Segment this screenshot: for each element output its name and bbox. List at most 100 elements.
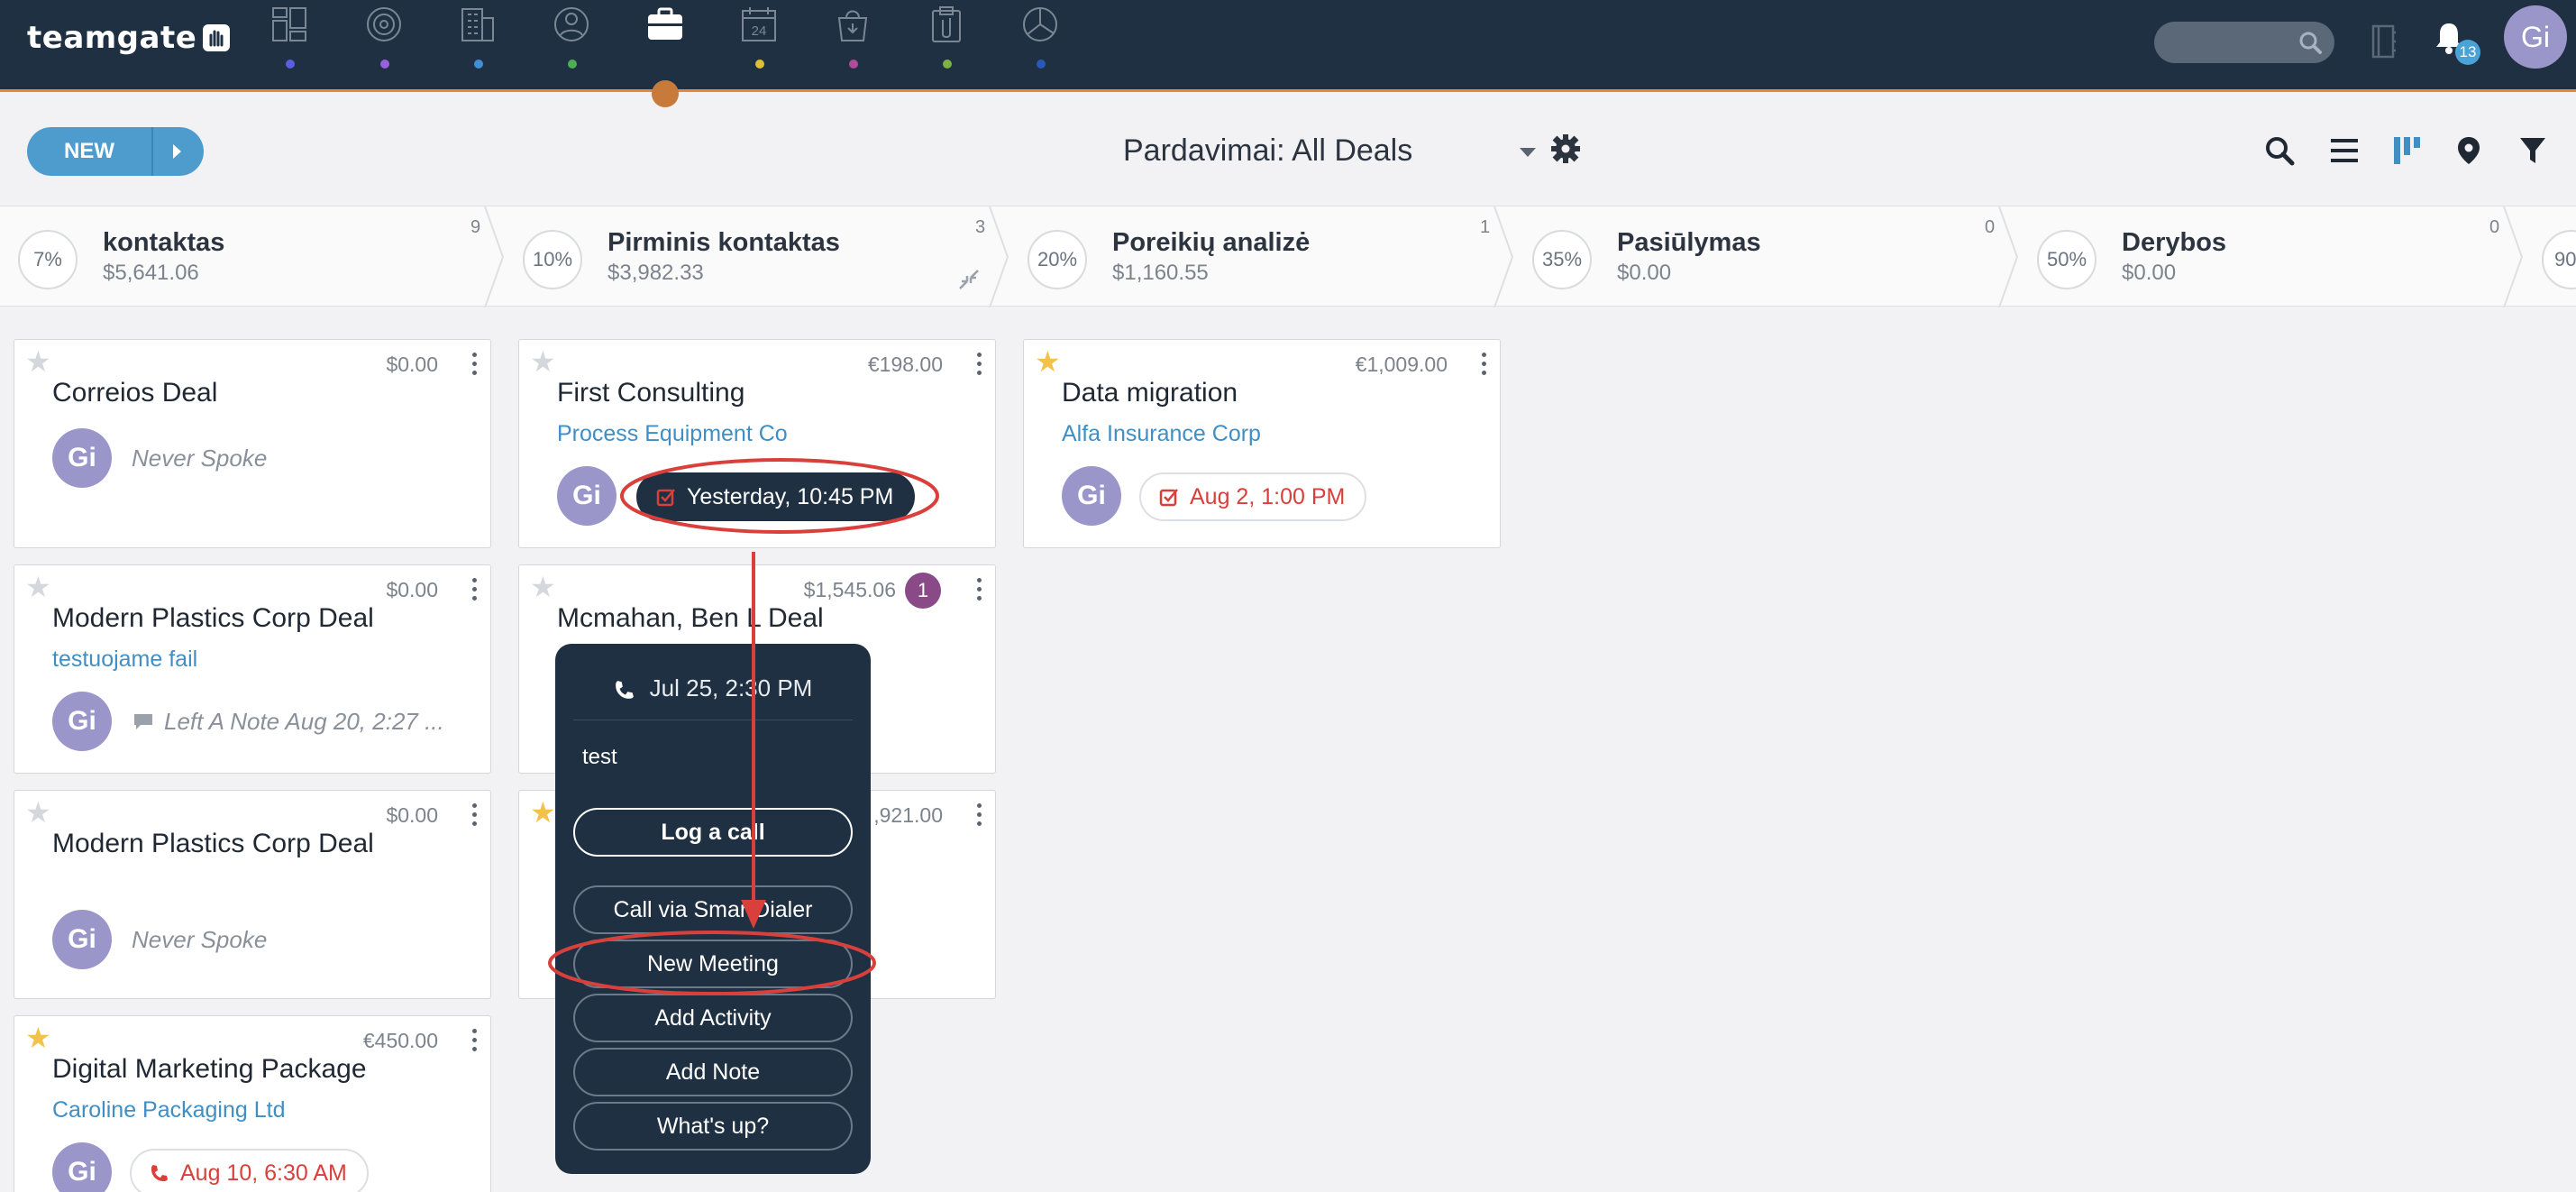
deal-title[interactable]: Correios Deal	[52, 378, 217, 408]
dashboard-icon	[272, 7, 306, 41]
stage-count: 0	[2489, 217, 2500, 237]
company-link[interactable]: Caroline Packaging Ltd	[52, 1097, 286, 1123]
more-options-icon[interactable]	[975, 803, 982, 829]
star-icon[interactable]: ★	[25, 798, 51, 827]
company-link[interactable]: testuojame fail	[52, 646, 197, 673]
deal-card-first-consulting[interactable]: ★ €198.00 First Consulting Process Equip…	[518, 339, 996, 548]
deal-title[interactable]: Data migration	[1062, 378, 1238, 408]
new-button-divider	[151, 127, 153, 176]
deal-title[interactable]: Modern Plastics Corp Deal	[52, 829, 374, 859]
activity-time: Yesterday, 10:45 PM	[687, 484, 894, 509]
owner-avatar: Gi	[52, 910, 112, 969]
company-link[interactable]: Process Equipment Co	[557, 421, 788, 447]
owner-avatar: Gi	[52, 428, 112, 488]
stage-next-partial[interactable]: 90	[2524, 206, 2576, 307]
nav-contacts[interactable]	[549, 5, 594, 69]
stage-kontaktas[interactable]: 7% kontaktas $5,641.06 9	[0, 206, 505, 307]
more-options-icon[interactable]	[1480, 353, 1487, 378]
stage-name: Pirminis kontaktas	[607, 228, 840, 257]
logo-text: teamgate	[27, 20, 197, 56]
stage-count: 3	[975, 217, 986, 237]
deal-card-data-migration[interactable]: ★ €1,009.00 Data migration Alfa Insuranc…	[1023, 339, 1501, 548]
collapse-icon[interactable]	[957, 268, 981, 291]
stage-probability: 20%	[1028, 230, 1087, 289]
address-book-icon[interactable]	[2370, 23, 2398, 60]
more-options-icon[interactable]	[975, 353, 982, 378]
deal-card-digital-marketing[interactable]: ★ €450.00 Digital Marketing Package Caro…	[14, 1015, 491, 1192]
more-options-icon[interactable]	[470, 803, 478, 829]
more-options-icon[interactable]	[470, 1029, 478, 1054]
quick-actions-popup: Jul 25, 2:30 PM test Log a call Call via…	[555, 644, 871, 1174]
logo-hand-icon	[203, 24, 231, 51]
pie-chart-icon	[1023, 7, 1057, 41]
star-icon[interactable]: ★	[530, 798, 556, 827]
nav-sales[interactable]	[830, 5, 875, 69]
deal-card-modern-plastics-1[interactable]: ★ $0.00 Modern Plastics Corp Deal testuo…	[14, 564, 491, 774]
new-deal-button[interactable]: NEW	[27, 127, 204, 176]
deal-card-correios[interactable]: ★ $0.00 Correios Deal Gi Never Spoke	[14, 339, 491, 548]
star-icon[interactable]: ★	[530, 573, 556, 601]
deal-title[interactable]: Mcmahan, Ben L Deal	[557, 603, 824, 634]
stage-pirminis-kontaktas[interactable]: 10% Pirminis kontaktas $3,982.33 3	[505, 206, 1009, 307]
global-search-box[interactable]	[2154, 22, 2334, 63]
log-call-button[interactable]: Log a call	[573, 808, 853, 857]
kanban-view-icon[interactable]	[2392, 135, 2423, 166]
add-note-button[interactable]: Add Note	[573, 1048, 853, 1096]
stage-name: kontaktas	[103, 228, 225, 257]
add-activity-button[interactable]: Add Activity	[573, 994, 853, 1042]
more-options-icon[interactable]	[470, 578, 478, 603]
nav-calendar[interactable]: 24	[736, 5, 781, 69]
pipeline-selector-title[interactable]: Pardavimai: All Deals	[1123, 133, 1412, 169]
deal-amount: €1,009.00	[1355, 353, 1448, 376]
map-pin-icon[interactable]	[2455, 135, 2482, 166]
briefcase-icon	[648, 7, 682, 40]
next-activity-pill[interactable]: Aug 2, 1:00 PM	[1139, 472, 1367, 521]
new-meeting-button[interactable]: New Meeting	[573, 940, 853, 988]
more-options-icon[interactable]	[470, 353, 478, 378]
stage-probability: 50%	[2037, 230, 2096, 289]
deal-title[interactable]: Digital Marketing Package	[52, 1054, 367, 1085]
call-smartdialer-button[interactable]: Call via SmartDialer	[573, 885, 853, 934]
next-activity-pill[interactable]: Yesterday, 10:45 PM	[636, 472, 916, 521]
next-activity-pill[interactable]: Aug 10, 6:30 AM	[130, 1149, 369, 1192]
chevron-down-icon[interactable]	[1520, 148, 1536, 157]
phone-icon	[151, 1165, 168, 1181]
star-icon[interactable]: ★	[25, 573, 51, 601]
gear-icon[interactable]	[1550, 133, 1581, 164]
stage-probability: 10%	[523, 230, 582, 289]
deal-title[interactable]: Modern Plastics Corp Deal	[52, 603, 374, 634]
star-icon[interactable]: ★	[1035, 347, 1061, 376]
stage-amount: $5,641.06	[103, 261, 199, 285]
target-icon	[367, 7, 401, 41]
caret-right-icon[interactable]	[173, 144, 181, 159]
owner-avatar: Gi	[1062, 466, 1121, 526]
deal-card-modern-plastics-2[interactable]: ★ $0.00 Modern Plastics Corp Deal Gi Nev…	[14, 790, 491, 999]
more-options-icon[interactable]	[975, 578, 982, 603]
notifications-button[interactable]: 13	[2434, 20, 2480, 65]
stage-poreikiu-analize[interactable]: 20% Poreikių analizė $1,160.55 1	[1009, 206, 1514, 307]
company-link[interactable]: Alfa Insurance Corp	[1062, 421, 1261, 447]
star-icon[interactable]: ★	[25, 1023, 51, 1052]
stage-pasiulymas[interactable]: 35% Pasiūlymas $0.00 0	[1514, 206, 2019, 307]
star-icon[interactable]: ★	[530, 347, 556, 376]
whats-up-button[interactable]: What's up?	[573, 1102, 853, 1151]
filter-icon[interactable]	[2518, 135, 2547, 166]
person-icon	[554, 7, 589, 41]
stage-count: 9	[470, 217, 481, 237]
teamgate-logo[interactable]: teamgate	[27, 20, 231, 56]
nav-reports[interactable]	[1018, 5, 1063, 69]
nav-dashboard[interactable]	[267, 5, 312, 69]
stage-derybos[interactable]: 50% Derybos $0.00 0	[2019, 206, 2524, 307]
nav-companies[interactable]	[455, 5, 500, 69]
nav-deals[interactable]	[643, 5, 688, 69]
nav-goals[interactable]	[361, 5, 406, 69]
stage-amount: $0.00	[1617, 261, 1672, 285]
stage-name: Pasiūlymas	[1617, 228, 1761, 257]
star-icon[interactable]: ★	[25, 347, 51, 376]
deal-title[interactable]: First Consulting	[557, 378, 744, 408]
nav-projects[interactable]	[924, 5, 969, 69]
user-avatar[interactable]: Gi	[2504, 5, 2567, 69]
list-view-icon[interactable]	[2329, 135, 2360, 166]
search-icon[interactable]	[2264, 135, 2295, 166]
deal-amount: $0.00	[386, 803, 438, 827]
